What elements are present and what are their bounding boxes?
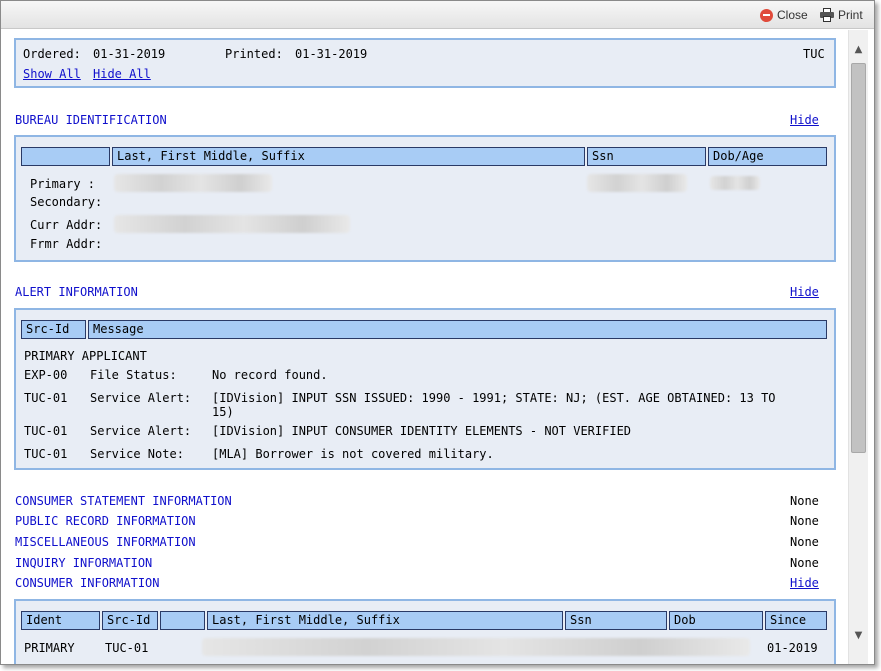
redacted-primary-dob: [710, 176, 760, 190]
bureau-identification-panel: Last, First Middle, Suffix Ssn Dob/Age P…: [14, 135, 836, 262]
alert-col-src-id: Src-Id: [21, 320, 86, 339]
consumer-row-since: 01-2019: [767, 641, 818, 655]
bureau-col-dob-age: Dob/Age: [708, 147, 827, 166]
miscellaneous-status: None: [790, 535, 819, 549]
consumer-information-title[interactable]: CONSUMER INFORMATION: [15, 576, 160, 590]
public-record-status: None: [790, 514, 819, 528]
printer-icon: [820, 8, 834, 22]
alert-row-type: File Status:: [90, 368, 177, 382]
public-record-title[interactable]: PUBLIC RECORD INFORMATION: [15, 514, 196, 528]
report-content: Ordered: 01-31-2019 Printed: 01-31-2019 …: [1, 30, 848, 664]
alert-row-message: [IDVision] INPUT CONSUMER IDENTITY ELEME…: [212, 424, 632, 438]
alert-row-message-continued: 15): [212, 405, 234, 419]
print-button[interactable]: Print: [820, 8, 863, 22]
printed-date: 01-31-2019: [295, 47, 368, 61]
consumer-row-src: TUC-01: [105, 641, 149, 655]
secondary-label: Secondary:: [30, 195, 103, 209]
primary-label: Primary :: [30, 177, 96, 191]
close-label: Close: [777, 8, 808, 22]
ordered-label: Ordered:: [23, 47, 81, 61]
consumer-col-ident: Ident: [21, 611, 100, 630]
bureau-col-name: Last, First Middle, Suffix: [112, 147, 585, 166]
alert-row-src: EXP-00: [24, 368, 68, 382]
alert-row-message: [MLA] Borrower is not covered military.: [212, 447, 494, 461]
consumer-statement-status: None: [790, 494, 819, 508]
inquiry-title[interactable]: INQUIRY INFORMATION: [15, 556, 152, 570]
alert-row-message: [IDVision] INPUT SSN ISSUED: 1990 - 1991…: [212, 391, 776, 405]
consumer-col-since: Since: [765, 611, 827, 630]
report-window: Close Print Ordered: 01-31-2019 Printed:…: [0, 0, 875, 665]
redacted-current-address: [114, 215, 350, 233]
bureau-identification-hide-link[interactable]: Hide: [790, 113, 819, 127]
redacted-primary-name: [114, 174, 272, 192]
alert-row-type: Service Note:: [90, 447, 184, 461]
consumer-col-name: Last, First Middle, Suffix: [207, 611, 563, 630]
redacted-primary-ssn: [587, 174, 687, 192]
report-header-panel: Ordered: 01-31-2019 Printed: 01-31-2019 …: [14, 38, 836, 88]
inquiry-status: None: [790, 556, 819, 570]
alert-group-label: PRIMARY APPLICANT: [24, 349, 147, 363]
alert-row-src: TUC-01: [24, 424, 68, 438]
bureau-col-blank: [21, 147, 110, 166]
alert-col-message: Message: [88, 320, 827, 339]
show-all-link[interactable]: Show All: [23, 67, 81, 81]
bureau-code: TUC: [803, 47, 825, 61]
alert-information-title[interactable]: ALERT INFORMATION: [15, 285, 138, 299]
chevron-down-icon[interactable]: ▼: [849, 626, 868, 644]
alert-row-type: Service Alert:: [90, 391, 192, 405]
ordered-date: 01-31-2019: [93, 47, 166, 61]
frmr-addr-label: Frmr Addr:: [30, 237, 103, 251]
alert-row-message: No record found.: [212, 368, 328, 382]
close-icon: [760, 8, 773, 22]
consumer-information-panel: Ident Src-Id Last, First Middle, Suffix …: [14, 599, 836, 664]
alert-information-panel: Src-Id Message PRIMARY APPLICANT EXP-00 …: [14, 308, 836, 470]
alert-row-type: Service Alert:: [90, 424, 192, 438]
consumer-col-blank: [160, 611, 205, 630]
curr-addr-label: Curr Addr:: [30, 218, 103, 232]
consumer-col-dob: Dob: [669, 611, 763, 630]
consumer-col-ssn: Ssn: [565, 611, 667, 630]
consumer-information-hide-link[interactable]: Hide: [790, 576, 819, 590]
scrollbar-thumb[interactable]: [851, 63, 866, 453]
bureau-col-ssn: Ssn: [587, 147, 706, 166]
printed-label: Printed:: [225, 47, 283, 61]
print-label: Print: [838, 8, 863, 22]
consumer-col-src-id: Src-Id: [102, 611, 158, 630]
consumer-row-ident: PRIMARY: [24, 641, 75, 655]
redacted-consumer-details: [202, 638, 750, 656]
vertical-scrollbar[interactable]: ▲ ▼: [848, 30, 868, 664]
alert-row-src: TUC-01: [24, 391, 68, 405]
toolbar: Close Print: [1, 1, 874, 29]
alert-row-src: TUC-01: [24, 447, 68, 461]
close-button[interactable]: Close: [760, 8, 808, 22]
consumer-statement-title[interactable]: CONSUMER STATEMENT INFORMATION: [15, 494, 232, 508]
miscellaneous-title[interactable]: MISCELLANEOUS INFORMATION: [15, 535, 196, 549]
alert-information-hide-link[interactable]: Hide: [790, 285, 819, 299]
bureau-identification-title[interactable]: BUREAU IDENTIFICATION: [15, 113, 167, 127]
hide-all-link[interactable]: Hide All: [93, 67, 151, 81]
chevron-up-icon[interactable]: ▲: [849, 40, 868, 58]
